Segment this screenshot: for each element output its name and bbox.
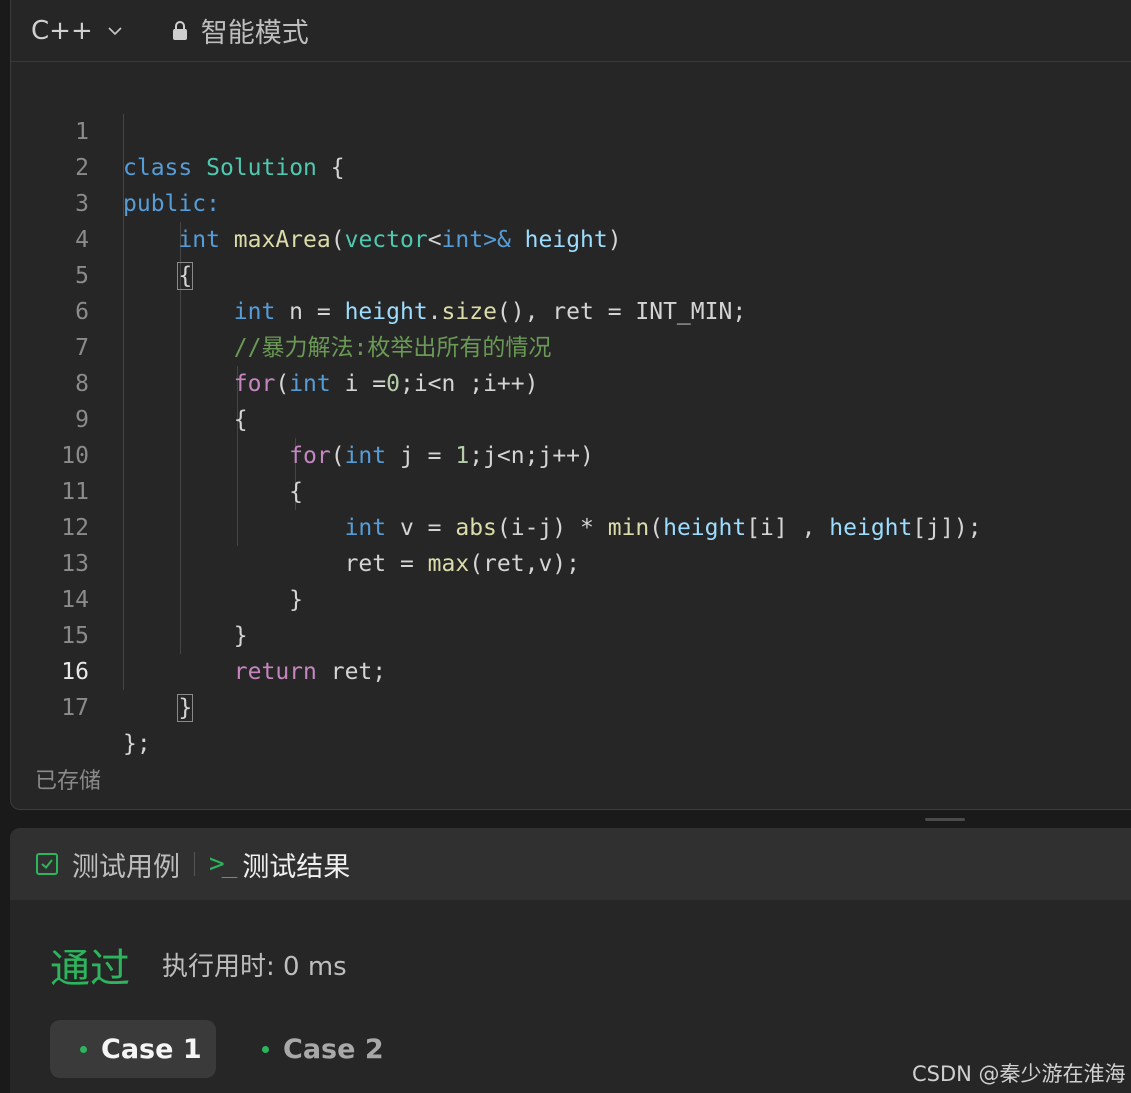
result-tabs: 测试用例 >_ 测试结果 (10, 828, 1131, 900)
code-line: 1 class Solution { (11, 78, 1131, 181)
code-line: 15 return ret; (11, 582, 1131, 685)
code-line: 11 int v = abs(i-j) * min(height[i] , he… (11, 438, 1131, 541)
lock-icon (172, 20, 187, 40)
case-label: Case 2 (283, 1033, 384, 1065)
tab-result-label: 测试结果 (242, 851, 351, 883)
code-line: 14 } (11, 546, 1131, 649)
chevron-down-icon (108, 26, 122, 35)
code-line: 5 int n = height.size(), ret = INT_MIN; (11, 222, 1131, 325)
checkbox-icon (36, 853, 58, 875)
terminal-icon: >_ (209, 849, 237, 879)
result-status: 通过 (50, 946, 130, 992)
matched-bracket: } (177, 694, 194, 722)
code-line-current: 16 } (11, 618, 1131, 722)
watermark: CSDN @秦少游在淮海 (912, 1062, 1126, 1086)
code-line: 8 { (11, 330, 1131, 433)
code-line: 3 int maxArea(vector<int>& height) (11, 150, 1131, 253)
code-line: 9 for(int j = 1;j<n;j++) (11, 366, 1131, 469)
code-token: }; (123, 731, 151, 757)
code-line: 2 public: (11, 114, 1131, 217)
pass-dot-icon (80, 1045, 87, 1053)
tab-divider (194, 852, 195, 876)
code-line: 13 } (11, 510, 1131, 613)
save-status: 已存储 (35, 769, 102, 794)
language-label: C++ (31, 15, 93, 46)
tab-testcase[interactable]: 测试用例 (36, 845, 180, 884)
panel-resize-handle[interactable] (925, 818, 965, 821)
code-line: 7 for(int i =0;i<n ;i++) (11, 294, 1131, 397)
language-selector[interactable]: C++ (31, 16, 123, 46)
editor-toolbar: C++ 智能模式 (11, 0, 1131, 62)
case-label: Case 1 (101, 1033, 202, 1065)
code-line: 4 { (11, 186, 1131, 290)
editor-mode-label[interactable]: 智能模式 (201, 11, 309, 50)
result-panel: 测试用例 >_ 测试结果 通过 执行用时: 0 ms Case 1 Case 2 (10, 828, 1131, 1093)
tab-testcase-label: 测试用例 (72, 851, 180, 883)
code-line: 10 { (11, 402, 1131, 505)
code-line: 6 //暴力解法:枚举出所有的情况 (11, 258, 1131, 361)
case-tab-2[interactable]: Case 2 (262, 1020, 384, 1078)
pass-dot-icon (262, 1045, 269, 1053)
case-tab-1[interactable]: Case 1 (50, 1020, 216, 1078)
runtime-label: 执行用时: 0 ms (162, 952, 347, 982)
line-number: 17 (61, 695, 89, 721)
tab-result[interactable]: >_ 测试结果 (209, 845, 350, 884)
code-line: 12 ret = max(ret,v); (11, 474, 1131, 577)
code-area[interactable]: 1 class Solution { 2 public: 3 int maxAr… (11, 78, 1131, 757)
code-editor-panel: C++ 智能模式 1 class Solution { 2 public: 3 … (10, 0, 1131, 810)
code-line: 17 }; (11, 654, 1131, 757)
